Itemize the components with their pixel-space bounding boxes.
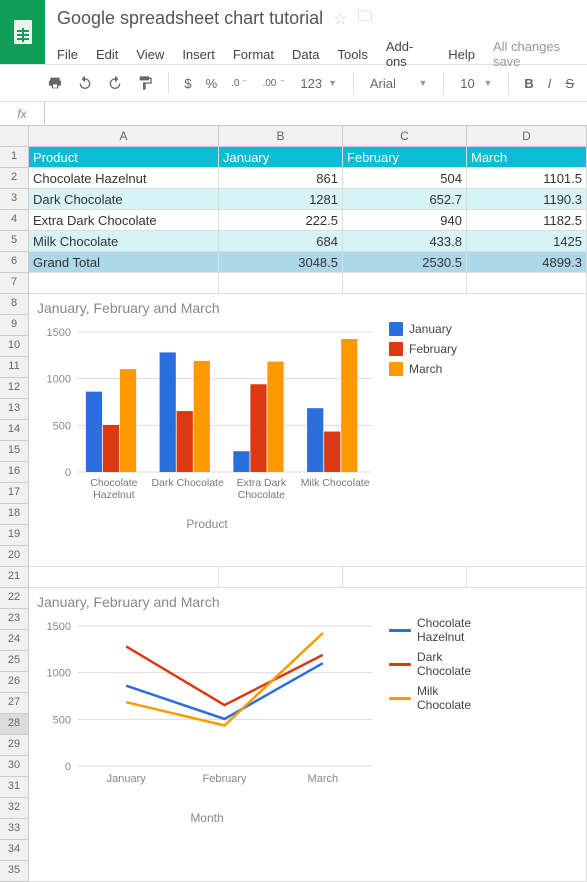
document-title[interactable]: Google spreadsheet chart tutorial (57, 8, 323, 29)
percent-button[interactable]: % (201, 72, 223, 95)
star-icon[interactable]: ☆ (333, 9, 347, 29)
undo-icon[interactable] (72, 71, 98, 95)
sheets-logo[interactable] (0, 0, 45, 64)
font-selector[interactable]: Arial▼ (364, 72, 434, 95)
svg-text:0: 0 (65, 761, 71, 773)
font-size-selector[interactable]: 10▼ (454, 72, 498, 95)
bold-button[interactable]: B (519, 72, 538, 95)
paint-format-icon[interactable] (132, 71, 158, 95)
menu-insert[interactable]: Insert (182, 47, 215, 62)
svg-text:1500: 1500 (47, 327, 71, 339)
svg-text:Chocolate: Chocolate (238, 489, 285, 501)
menu-tools[interactable]: Tools (337, 47, 367, 62)
print-icon[interactable] (42, 71, 68, 95)
folder-icon[interactable]: 🗀 (358, 6, 373, 31)
italic-button[interactable]: I (543, 72, 557, 95)
svg-text:Extra Dark: Extra Dark (237, 477, 287, 489)
decrease-decimals-button[interactable]: .0← (226, 74, 253, 93)
menu-addons[interactable]: Add-ons (386, 39, 430, 69)
svg-text:1000: 1000 (47, 374, 71, 386)
column-header[interactable]: A (29, 126, 219, 147)
menu-bar: File Edit View Insert Format Data Tools … (57, 39, 587, 69)
strikethrough-button[interactable]: S (560, 72, 579, 95)
svg-text:Chocolate: Chocolate (90, 477, 137, 489)
menu-help[interactable]: Help (448, 47, 475, 62)
menu-edit[interactable]: Edit (96, 47, 118, 62)
svg-text:Milk Chocolate: Milk Chocolate (301, 477, 370, 489)
menu-data[interactable]: Data (292, 47, 319, 62)
redo-icon[interactable] (102, 71, 128, 95)
formula-bar: fx (0, 102, 587, 126)
bar-chart[interactable]: January, February and March050010001500C… (29, 294, 587, 567)
more-formats-button[interactable]: 123▼ (294, 72, 343, 95)
svg-text:February: February (202, 773, 247, 785)
svg-text:Hazelnut: Hazelnut (93, 489, 135, 501)
spreadsheet-grid[interactable]: ABCD1ProductJanuaryFebruaryMarch2Chocola… (0, 126, 587, 882)
column-header[interactable]: C (343, 126, 467, 147)
formula-input[interactable] (45, 102, 587, 125)
menu-view[interactable]: View (136, 47, 164, 62)
column-header[interactable]: B (219, 126, 343, 147)
increase-decimals-button[interactable]: .00→ (257, 74, 290, 93)
svg-text:500: 500 (53, 420, 71, 432)
svg-text:0: 0 (65, 467, 71, 479)
svg-text:1500: 1500 (47, 621, 71, 633)
svg-text:1000: 1000 (47, 668, 71, 680)
toolbar: $ % .0← .00→ 123▼ Arial▼ 10▼ B I S (0, 64, 587, 102)
svg-text:Dark Chocolate: Dark Chocolate (151, 477, 224, 489)
title-bar: Google spreadsheet chart tutorial ☆ 🗀 Fi… (0, 0, 587, 64)
menu-file[interactable]: File (57, 47, 78, 62)
line-chart[interactable]: January, February and March050010001500J… (29, 588, 587, 882)
svg-text:March: March (308, 773, 339, 785)
svg-text:500: 500 (53, 714, 71, 726)
fx-label: fx (0, 102, 45, 125)
svg-text:January: January (107, 773, 147, 785)
menu-format[interactable]: Format (233, 47, 274, 62)
currency-button[interactable]: $ (179, 72, 196, 95)
column-header[interactable]: D (467, 126, 587, 147)
save-status: All changes save (493, 39, 587, 69)
